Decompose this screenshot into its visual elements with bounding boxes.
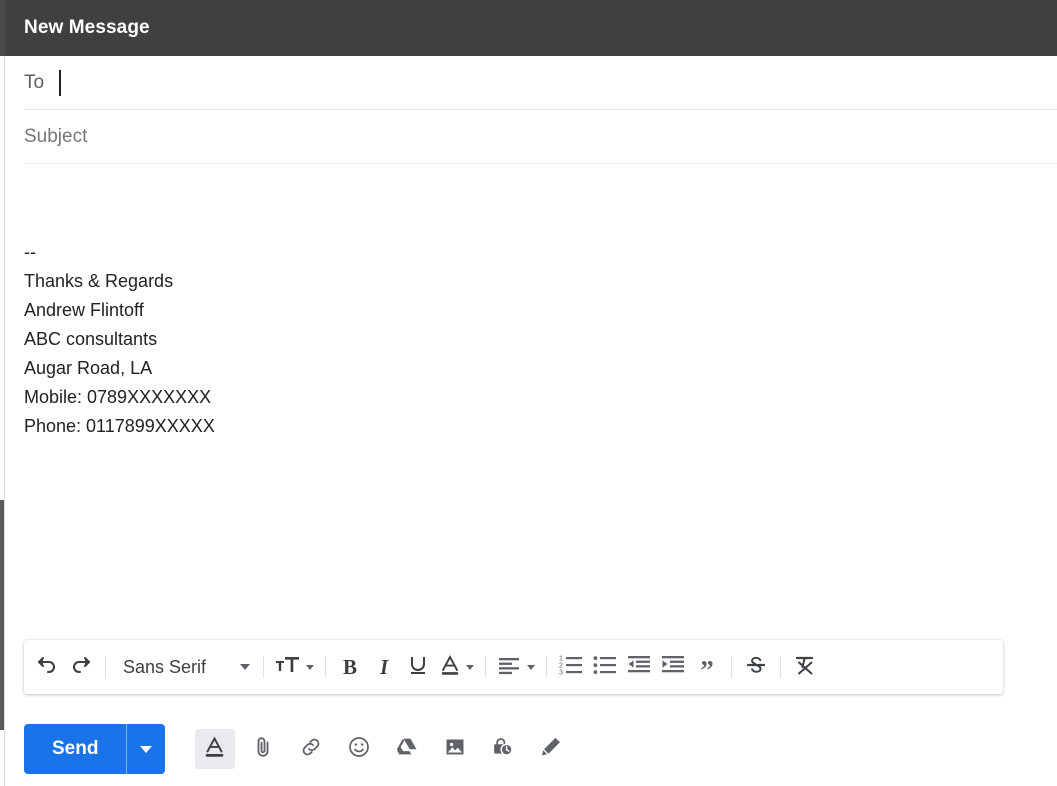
redo-icon bbox=[69, 653, 93, 682]
insert-drive-button[interactable] bbox=[387, 729, 427, 769]
signature-line: Phone: 0117899XXXXX bbox=[24, 416, 215, 436]
svg-text:2: 2 bbox=[559, 663, 563, 670]
send-options-button[interactable] bbox=[127, 724, 165, 774]
bulleted-list-button[interactable] bbox=[588, 647, 622, 687]
indent-increase-icon bbox=[661, 654, 685, 680]
signature-line: -- bbox=[24, 242, 36, 262]
italic-icon: I bbox=[379, 654, 389, 679]
undo-icon bbox=[35, 653, 59, 682]
text-color-icon bbox=[439, 654, 461, 681]
page-title: New Message bbox=[24, 17, 150, 38]
toolbar-divider bbox=[263, 656, 265, 678]
insert-signature-icon bbox=[539, 735, 563, 764]
subject-row[interactable] bbox=[24, 110, 1057, 164]
insert-emoji-icon bbox=[347, 735, 371, 764]
message-body[interactable]: -- Thanks & Regards Andrew Flintoff ABC … bbox=[24, 170, 1044, 620]
bold-icon: B bbox=[343, 654, 358, 679]
attach-file-button[interactable] bbox=[243, 729, 283, 769]
toolbar-divider bbox=[485, 656, 487, 678]
font-family-select[interactable]: Sans Serif bbox=[113, 647, 256, 687]
numbered-list-icon: 1 2 3 bbox=[559, 654, 583, 680]
insert-link-button[interactable] bbox=[291, 729, 331, 769]
italic-button[interactable]: I bbox=[367, 647, 401, 687]
underline-button[interactable] bbox=[401, 647, 435, 687]
underline-icon bbox=[407, 654, 429, 681]
send-button[interactable]: Send bbox=[24, 724, 126, 774]
block-quote-button[interactable]: ” bbox=[690, 647, 724, 687]
font-family-label: Sans Serif bbox=[123, 656, 207, 677]
confidential-mode-button[interactable] bbox=[483, 729, 523, 769]
signature-line: Mobile: 0789XXXXXXX bbox=[24, 387, 212, 407]
strikethrough-button[interactable] bbox=[739, 647, 773, 687]
strikethrough-icon bbox=[745, 654, 767, 681]
insert-photo-icon bbox=[443, 735, 467, 764]
align-button[interactable] bbox=[493, 647, 539, 687]
numbered-list-button[interactable]: 1 2 3 bbox=[554, 647, 588, 687]
insert-photo-button[interactable] bbox=[435, 729, 475, 769]
recipient-row[interactable]: To bbox=[24, 56, 1057, 110]
indent-less-button[interactable] bbox=[622, 647, 656, 687]
remove-formatting-button[interactable] bbox=[788, 647, 822, 687]
align-left-icon bbox=[497, 655, 521, 680]
formatting-options-icon bbox=[203, 735, 227, 764]
indent-decrease-icon bbox=[627, 654, 651, 680]
font-size-icon bbox=[275, 654, 301, 681]
insert-signature-button[interactable] bbox=[531, 729, 571, 769]
chevron-down-icon bbox=[466, 664, 475, 670]
toolbar-divider bbox=[731, 656, 733, 678]
bold-button[interactable]: B bbox=[333, 647, 367, 687]
font-size-button[interactable] bbox=[271, 647, 318, 687]
toolbar-divider bbox=[546, 656, 548, 678]
svg-text:1: 1 bbox=[559, 656, 563, 663]
compose-window: New Message To -- Thanks & Regards Andre… bbox=[0, 0, 1057, 786]
formatting-toolbar: Sans Serif B I 1 2 3 ” bbox=[24, 640, 1003, 694]
insert-emoji-button[interactable] bbox=[339, 729, 379, 769]
compose-action-bar: Send bbox=[24, 720, 1044, 778]
compose-header: New Message bbox=[5, 0, 1057, 56]
text-cursor bbox=[59, 69, 61, 96]
block-quote-icon: ” bbox=[700, 655, 714, 685]
action-icon-row bbox=[195, 729, 579, 769]
text-color-button[interactable] bbox=[435, 647, 478, 687]
chevron-down-icon bbox=[240, 664, 251, 670]
undo-button[interactable] bbox=[30, 647, 64, 687]
insert-drive-icon bbox=[395, 735, 419, 764]
to-input[interactable] bbox=[62, 71, 1057, 94]
remove-formatting-icon bbox=[793, 654, 817, 681]
chevron-down-icon bbox=[306, 664, 315, 670]
formatting-options-button[interactable] bbox=[195, 729, 236, 769]
indent-more-button[interactable] bbox=[656, 647, 690, 687]
toolbar-divider bbox=[105, 656, 106, 678]
window-left-edge-notch bbox=[0, 500, 4, 730]
signature-line: Augar Road, LA bbox=[24, 358, 153, 378]
toolbar-divider bbox=[325, 656, 327, 678]
signature-line: Andrew Flintoff bbox=[24, 300, 144, 320]
confidential-mode-icon bbox=[491, 735, 515, 764]
toolbar-divider bbox=[780, 656, 782, 678]
send-button-group[interactable]: Send bbox=[24, 724, 166, 774]
subject-input[interactable] bbox=[24, 125, 1057, 148]
chevron-down-icon bbox=[527, 664, 536, 670]
svg-text:3: 3 bbox=[559, 670, 563, 676]
chevron-down-icon bbox=[140, 745, 153, 753]
bulleted-list-icon bbox=[593, 654, 617, 680]
attach-file-icon bbox=[251, 735, 275, 764]
insert-link-icon bbox=[299, 735, 323, 764]
signature-line: Thanks & Regards bbox=[24, 271, 174, 291]
signature-line: ABC consultants bbox=[24, 329, 158, 349]
to-label: To bbox=[24, 71, 45, 93]
redo-button[interactable] bbox=[64, 647, 98, 687]
